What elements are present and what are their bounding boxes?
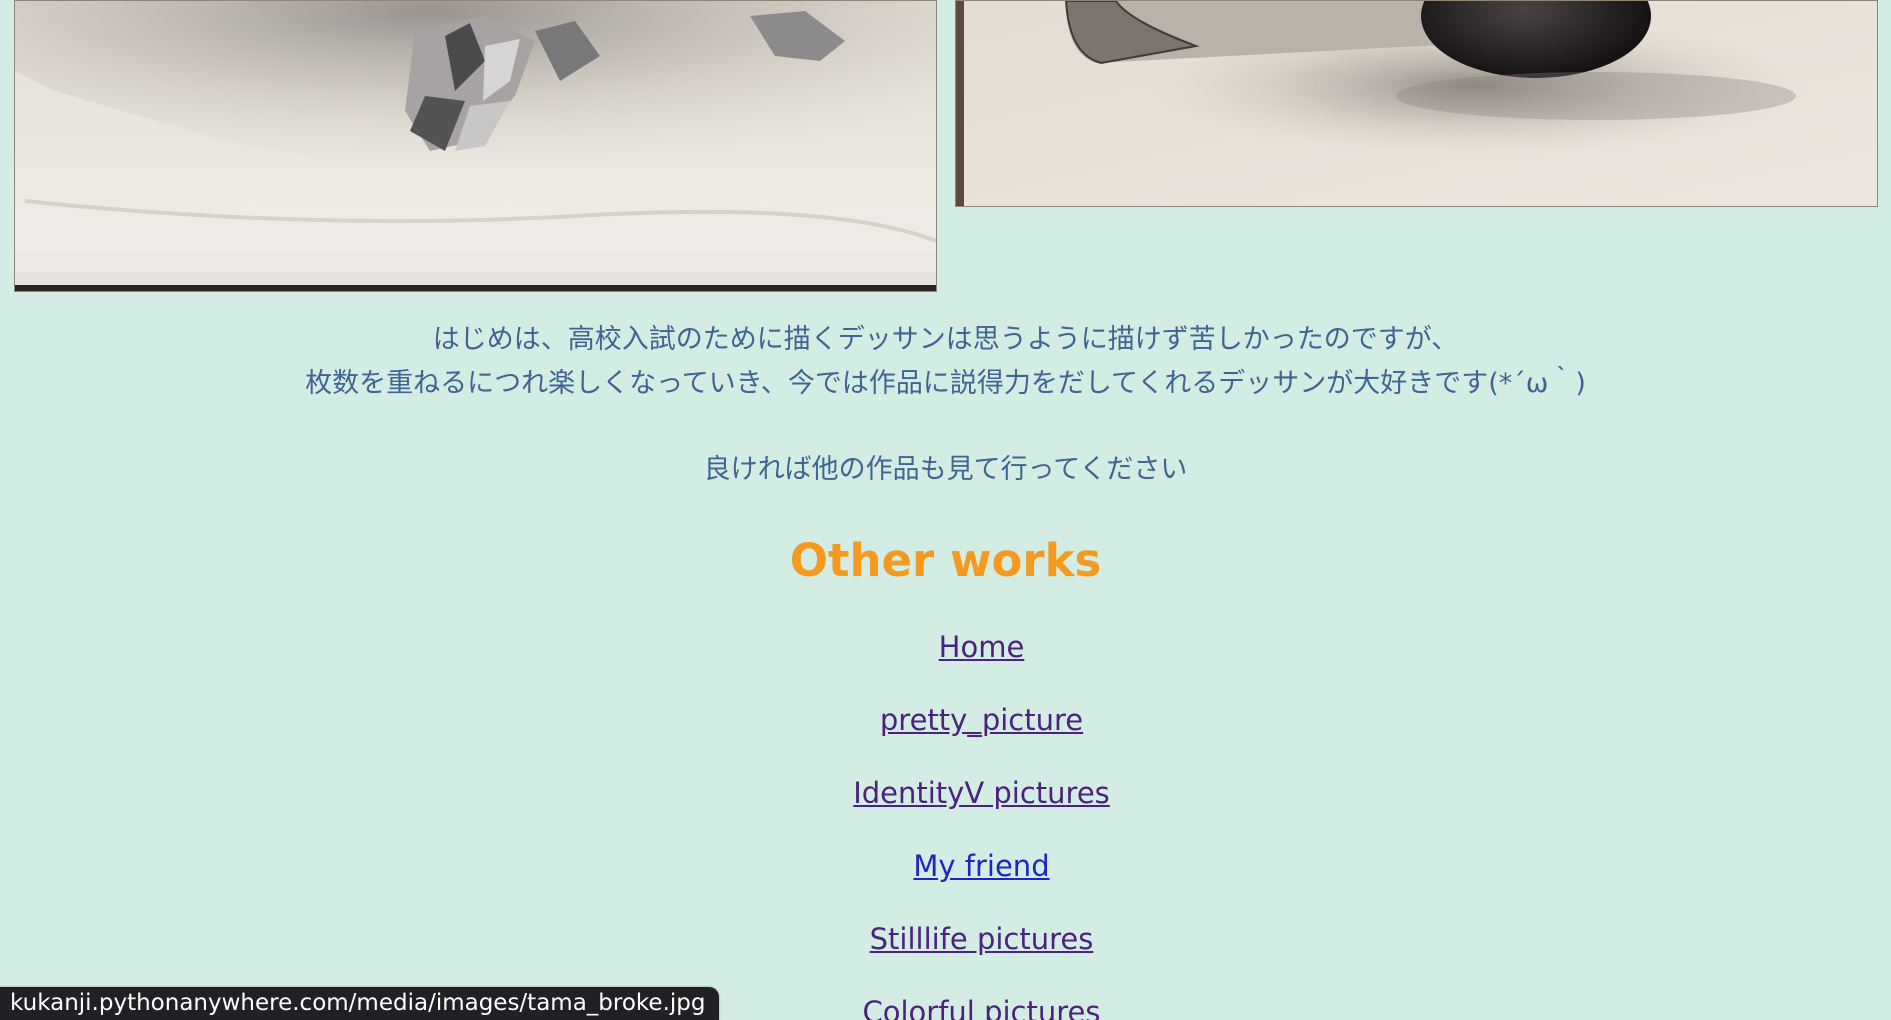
still-life-sketch-image[interactable] [955, 0, 1878, 207]
other-works-heading: Other works [789, 534, 1102, 587]
link-stilllife-pictures[interactable]: Stilllife pictures [0, 922, 1891, 956]
intro-line-2: 枚数を重ねるにつれ楽しくなっていき、今では作品に説得力をだしてくれるデッサンが大… [305, 368, 1586, 399]
page-root: はじめは、高校入試のために描くデッサンは思うように描けず苦しかったのですが、 枚… [0, 0, 1891, 1020]
link-home[interactable]: Home [0, 630, 1891, 664]
still-life-sketch-drawing [956, 1, 1877, 206]
intro-paragraph: はじめは、高校入試のために描くデッサンは思うように描けず苦しかったのですが、 枚… [0, 318, 1891, 406]
other-works-links: Home pretty_picture IdentityV pictures M… [0, 630, 1891, 1020]
link-my-friend[interactable]: My friend [0, 849, 1891, 883]
foil-sketch-drawing [15, 1, 936, 291]
invite-text: 良ければ他の作品も見て行ってください [703, 454, 1188, 485]
intro-line-1: はじめは、高校入試のために描くデッサンは思うように描けず苦しかったのですが、 [432, 324, 1459, 355]
status-url-tooltip: kukanji.pythonanywhere.com/media/images/… [0, 987, 720, 1020]
foil-sketch-image[interactable] [14, 0, 937, 292]
link-identityv-pictures[interactable]: IdentityV pictures [0, 776, 1891, 810]
link-pretty-picture[interactable]: pretty_picture [0, 703, 1891, 737]
